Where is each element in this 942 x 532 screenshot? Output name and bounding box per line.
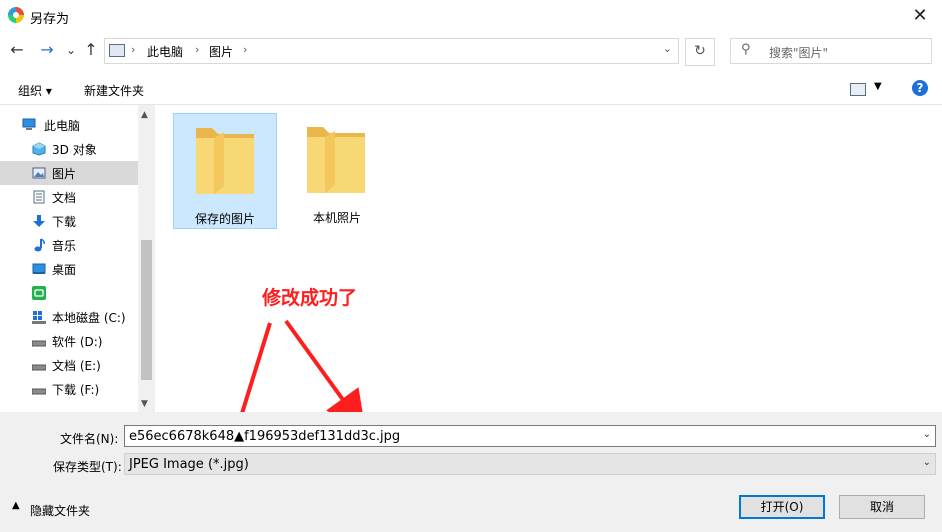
sidebar-item-pictures[interactable]: 图片	[0, 161, 138, 185]
sidebar-item-label: 下载	[52, 215, 77, 229]
music-icon	[34, 238, 45, 252]
caret-down-icon[interactable]: ▼	[874, 81, 882, 92]
pictures-location-icon	[109, 44, 125, 57]
sidebar-item-desktop[interactable]: 桌面	[0, 257, 138, 281]
filetype-select[interactable]: JPEG Image (*.jpg) ⌄	[124, 453, 936, 475]
folder-label: 本机照片	[312, 211, 361, 225]
organize-button[interactable]: 组织 ▾	[18, 82, 52, 99]
cancel-button[interactable]: 取消	[839, 495, 925, 519]
documents-icon	[33, 190, 45, 204]
search-icon: ⚲	[741, 42, 751, 57]
filename-value: e56ec6678k648▲f196953def131dd3c.jpg	[129, 429, 401, 444]
sidebar-item-drive-f[interactable]: 下载 (F:)	[0, 377, 138, 401]
chevron-down-icon[interactable]: ⌄	[663, 42, 672, 55]
chevron-down-icon[interactable]: ⌄	[923, 429, 931, 440]
annotation-text: 修改成功了	[262, 287, 358, 309]
breadcrumb-separator: ›	[243, 43, 248, 56]
computer-icon	[22, 118, 36, 130]
sidebar-item-label: 下载 (F:)	[52, 383, 100, 397]
recent-locations-button[interactable]: ⌄	[60, 38, 82, 62]
sidebar-item-downloads[interactable]: 下载	[0, 209, 138, 233]
chevron-down-icon[interactable]: ⌄	[923, 457, 931, 468]
filetype-label: 保存类型(T):	[53, 460, 122, 474]
scroll-down-icon[interactable]: ▼	[141, 399, 148, 409]
back-button[interactable]: ←	[6, 38, 28, 62]
view-mode-icon[interactable]	[850, 83, 866, 96]
search-input[interactable]: ⚲ 搜索"图片"	[730, 38, 932, 64]
breadcrumb-pictures[interactable]: 图片	[209, 43, 233, 60]
sidebar-item-label: 图片	[52, 167, 77, 181]
sidebar-item-label: 音乐	[52, 239, 77, 253]
folder-saved-pictures[interactable]: 保存的图片	[173, 113, 277, 229]
sidebar-item-label: 本地磁盘 (C:)	[52, 311, 126, 325]
drive-c-icon	[32, 311, 46, 324]
folder-icon	[196, 128, 254, 194]
breadcrumb-separator: ›	[131, 43, 136, 56]
search-placeholder: 搜索"图片"	[769, 46, 829, 60]
sidebar-item-label: 软件 (D:)	[52, 335, 103, 349]
address-bar[interactable]: › 此电脑 › 图片 › ⌄	[104, 38, 679, 64]
close-button[interactable]: ✕	[905, 2, 935, 30]
forward-button[interactable]: →	[36, 38, 58, 62]
title-bar	[0, 0, 942, 32]
filename-input[interactable]: e56ec6678k648▲f196953def131dd3c.jpg ⌄	[124, 425, 936, 447]
up-button[interactable]: ↑	[80, 38, 102, 62]
app-logo-icon	[8, 7, 24, 23]
sidebar-item-this-pc[interactable]: 此电脑	[0, 113, 138, 137]
sidebar-item-documents[interactable]: 文档	[0, 185, 138, 209]
folder-local-photos[interactable]: 本机照片	[285, 113, 389, 229]
sidebar-item-music[interactable]: 音乐	[0, 233, 138, 257]
folder-label: 保存的图片	[194, 212, 255, 226]
breadcrumb-this-pc[interactable]: 此电脑	[147, 43, 183, 60]
filetype-value: JPEG Image (*.jpg)	[129, 457, 249, 472]
drive-icon	[32, 388, 46, 395]
scroll-up-icon[interactable]: ▲	[141, 110, 148, 120]
sidebar-item-drive-e[interactable]: 文档 (E:)	[0, 353, 138, 377]
pictures-icon	[32, 167, 46, 179]
annotation-arrow-right	[284, 319, 366, 432]
sidebar-item-label: 文档 (E:)	[52, 359, 101, 373]
green-app-icon	[32, 286, 46, 300]
help-button[interactable]: ?	[912, 80, 928, 96]
open-button[interactable]: 打开(O)	[739, 495, 825, 519]
sidebar-item-drive-d[interactable]: 软件 (D:)	[0, 329, 138, 353]
new-folder-button[interactable]: 新建文件夹	[84, 82, 144, 99]
drive-icon	[32, 340, 46, 347]
sidebar-item-label: 3D 对象	[52, 143, 97, 157]
folder-icon	[307, 127, 365, 193]
refresh-button[interactable]: ↻	[685, 38, 715, 66]
drive-icon	[32, 364, 46, 371]
downloads-icon	[33, 215, 45, 227]
desktop-icon	[32, 263, 46, 274]
caret-up-icon[interactable]: ▲	[12, 500, 20, 511]
filename-label: 文件名(N):	[60, 432, 119, 446]
sidebar-item-label: 此电脑	[44, 119, 81, 133]
hide-folders-button[interactable]: 隐藏文件夹	[30, 502, 90, 519]
sidebar-item-3d-objects[interactable]: 3D 对象	[0, 137, 138, 161]
scrollbar-thumb[interactable]	[141, 240, 152, 380]
breadcrumb-separator: ›	[195, 43, 200, 56]
window-title: 另存为	[30, 12, 70, 27]
sidebar-item-app[interactable]	[0, 281, 138, 305]
sidebar-item-label: 桌面	[52, 263, 77, 277]
sidebar-item-label: 文档	[52, 191, 77, 205]
sidebar-item-drive-c[interactable]: 本地磁盘 (C:)	[0, 305, 138, 329]
3d-objects-icon	[32, 142, 46, 156]
